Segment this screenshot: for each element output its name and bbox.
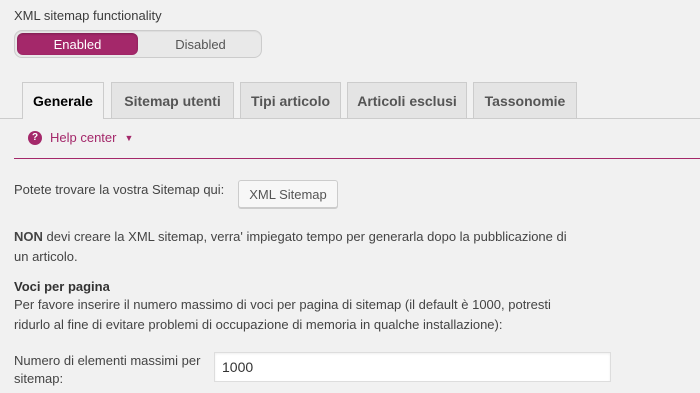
max-entries-input[interactable]: 1000 [214,352,611,382]
help-center-toggle[interactable]: ? Help center ▼ [28,130,133,145]
per-page-desc-line-1: Per favore inserire il numero massimo di… [14,297,551,312]
toggle-enabled[interactable]: Enabled [17,33,138,55]
notice-line-1: devi creare la XML sitemap, verra' impie… [42,229,567,244]
max-entries-label: Numero di elementi massimi per sitemap: [14,352,200,388]
notice-line-2: un articolo. [14,249,78,264]
max-entries-label-line-1: Numero di elementi massimi per [14,353,201,368]
tab-generale[interactable]: Generale [22,82,104,119]
max-entries-label-line-2: sitemap: [14,371,64,386]
tab-tassonomie[interactable]: Tassonomie [473,82,577,118]
sitemap-location-text: Potete trovare la vostra Sitemap qui: [14,182,225,197]
help-divider [14,158,700,159]
toggle-disabled[interactable]: Disabled [140,31,261,57]
tab-articoli-esclusi[interactable]: Articoli esclusi [347,82,467,118]
xml-sitemap-button[interactable]: XML Sitemap [238,180,338,208]
tab-sitemap-utenti[interactable]: Sitemap utenti [111,82,234,118]
notice-text: NON devi creare la XML sitemap, verra' i… [14,227,654,267]
help-center-label: Help center [50,130,117,145]
question-circle-icon: ? [28,130,42,145]
tab-tipi-articolo[interactable]: Tipi articolo [240,82,341,118]
per-page-desc-line-2: ridurlo al fine di evitare problemi di o… [14,317,503,332]
feature-title: XML sitemap functionality [14,8,162,23]
per-page-description: Per favore inserire il numero massimo di… [14,295,674,335]
tab-bar: Generale Sitemap utenti Tipi articolo Ar… [0,82,700,119]
per-page-heading: Voci per pagina [14,279,110,294]
notice-bold: NON [14,229,43,244]
caret-down-icon: ▼ [124,132,134,143]
sitemap-toggle[interactable]: Enabled Disabled [14,30,262,58]
